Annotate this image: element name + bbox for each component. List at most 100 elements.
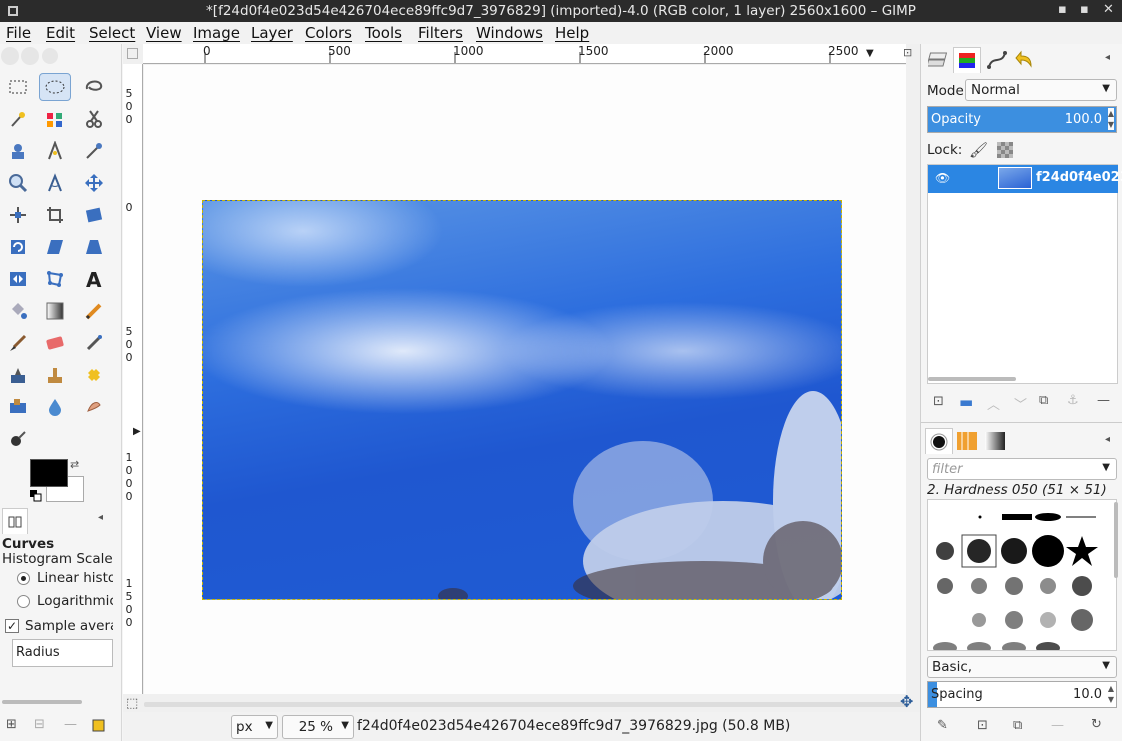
new-layer-icon[interactable]: ▬ (959, 393, 973, 411)
paths-tab[interactable] (983, 47, 1011, 73)
smudge-icon[interactable] (78, 393, 110, 421)
unit-select[interactable]: px ▼ (231, 715, 278, 739)
menu-view[interactable]: View (146, 24, 182, 42)
swap-colors-icon[interactable]: ⇄ (70, 458, 79, 471)
delete-brush-icon[interactable]: — (1051, 718, 1064, 733)
radius-field[interactable]: Radius (12, 639, 113, 667)
rotate-icon[interactable] (2, 233, 34, 261)
ellipse-select-icon[interactable] (39, 73, 71, 101)
zoom-fit-icon[interactable]: ⊡ (903, 46, 912, 59)
close-icon[interactable]: ✕ (1103, 2, 1114, 17)
new-layer-group-icon[interactable]: ⊡ (933, 394, 944, 409)
menu-help[interactable]: Help (555, 24, 589, 42)
measure-icon[interactable] (39, 169, 71, 197)
gradients-tab[interactable] (981, 428, 1009, 454)
delete-options-icon[interactable]: — (64, 717, 77, 732)
new-brush-icon[interactable]: ⊡ (977, 718, 988, 733)
undo-history-tab[interactable] (1012, 47, 1040, 73)
horizontal-ruler[interactable]: 0 500 1000 1500 2000 2500 ▼ (143, 44, 906, 64)
perspective-icon[interactable] (78, 233, 110, 261)
crop-icon[interactable] (39, 201, 71, 229)
text-tool-icon[interactable]: A (78, 265, 110, 293)
menu-tools[interactable]: Tools (365, 24, 402, 42)
menu-filters[interactable]: Filters (418, 24, 463, 42)
navigate-icon[interactable]: ⬚ (126, 696, 138, 711)
edit-brush-icon[interactable]: ✎ (937, 718, 948, 733)
clone-icon[interactable] (39, 361, 71, 389)
spacing-stepper[interactable]: ▲ ▼ (1108, 683, 1114, 705)
tool-options-scrollbar[interactable] (2, 700, 82, 704)
eraser-icon[interactable] (39, 329, 71, 357)
blur-sharpen-icon[interactable] (39, 393, 71, 421)
horizontal-scrollbar[interactable] (144, 702, 906, 707)
refresh-brushes-icon[interactable]: ↻ (1091, 717, 1102, 732)
select-by-color-icon[interactable] (39, 105, 71, 133)
vertical-ruler[interactable]: 500 0 500 1000 1500 ▶ (123, 64, 143, 694)
logarithmic-histogram-radio[interactable] (17, 595, 30, 608)
brush-grid-scrollbar[interactable] (1114, 502, 1118, 578)
delete-layer-icon[interactable]: — (1097, 393, 1110, 408)
channels-tab[interactable] (953, 47, 981, 73)
duplicate-brush-icon[interactable]: ⧉ (1013, 718, 1022, 733)
layers-tab[interactable] (925, 47, 953, 73)
menu-edit[interactable]: Edit (46, 24, 75, 42)
spacing-slider[interactable]: Spacing 10.0 ▲ ▼ (927, 681, 1117, 708)
save-options-icon[interactable]: ⊞ (6, 717, 17, 732)
image-canvas[interactable] (202, 200, 842, 600)
eye-icon[interactable]: 👁 (935, 171, 950, 185)
shear-icon[interactable] (39, 233, 71, 261)
paintbrush-icon[interactable] (2, 329, 34, 357)
layers-scrollbar[interactable] (928, 377, 1016, 381)
opacity-slider[interactable]: Opacity 100.0 ▲ ▼ (927, 106, 1117, 133)
raise-layer-icon[interactable]: ︿ (987, 394, 1000, 413)
brushes-panel-menu-icon[interactable]: ◂ (1105, 434, 1110, 445)
quick-mask-corner[interactable] (127, 48, 138, 59)
fuzzy-select-icon[interactable] (2, 105, 34, 133)
zoom-select[interactable]: 25 % ▼ (282, 715, 354, 739)
color-picker-icon[interactable] (78, 137, 110, 165)
menu-file[interactable]: File (6, 24, 31, 42)
flip-icon[interactable] (2, 265, 34, 293)
perspective-clone-icon[interactable] (2, 393, 34, 421)
scissors-select-icon[interactable] (78, 105, 110, 133)
unified-transform-icon[interactable] (78, 201, 110, 229)
rect-select-icon[interactable] (2, 73, 34, 101)
foreground-color-swatch[interactable] (30, 459, 68, 487)
move-icon[interactable] (78, 169, 110, 197)
bucket-fill-icon[interactable] (2, 297, 34, 325)
mode-select[interactable]: Normal ▼ (965, 79, 1117, 101)
layers-panel-menu-icon[interactable]: ◂ (1105, 52, 1110, 63)
anchor-layer-icon[interactable]: ⚓ (1067, 393, 1079, 408)
lock-alpha-icon[interactable] (997, 142, 1013, 158)
restore-options-icon[interactable]: ⊟ (34, 717, 45, 732)
paths-icon[interactable] (39, 137, 71, 165)
image-viewport[interactable] (144, 65, 906, 694)
zoom-icon[interactable] (2, 169, 34, 197)
brush-grid[interactable] (927, 499, 1117, 651)
menu-windows[interactable]: Windows (476, 24, 543, 42)
ink-icon[interactable] (2, 361, 34, 389)
opacity-stepper[interactable]: ▲ ▼ (1107, 108, 1114, 130)
brushes-tab[interactable] (925, 428, 953, 454)
lower-layer-icon[interactable]: ﹀ (1014, 394, 1027, 413)
heal-icon[interactable] (78, 361, 110, 389)
menu-layer[interactable]: Layer (251, 24, 293, 42)
airbrush-icon[interactable] (78, 329, 110, 357)
brush-filter-input[interactable]: filter ▼ (927, 458, 1117, 480)
default-colors-icon[interactable] (30, 490, 42, 502)
layer-row[interactable]: 👁 f24d0f4e023d (928, 165, 1122, 193)
free-select-icon[interactable] (78, 73, 110, 101)
dodge-burn-icon[interactable] (2, 425, 34, 453)
linear-histogram-radio[interactable] (17, 572, 30, 585)
maximize-icon[interactable]: ▪ (1080, 2, 1089, 17)
foreground-select-icon[interactable] (2, 137, 34, 165)
sample-average-checkbox[interactable]: ✓ (5, 619, 19, 633)
gradient-icon[interactable] (39, 297, 71, 325)
menu-select[interactable]: Select (89, 24, 135, 42)
brush-preset-select[interactable]: Basic, ▼ (927, 656, 1117, 678)
pencil-icon[interactable] (78, 297, 110, 325)
cage-transform-icon[interactable] (39, 265, 71, 293)
navigate-move-icon[interactable]: ✥ (900, 692, 913, 711)
menu-colors[interactable]: Colors (305, 24, 352, 42)
duplicate-layer-icon[interactable]: ⧉ (1039, 393, 1048, 408)
